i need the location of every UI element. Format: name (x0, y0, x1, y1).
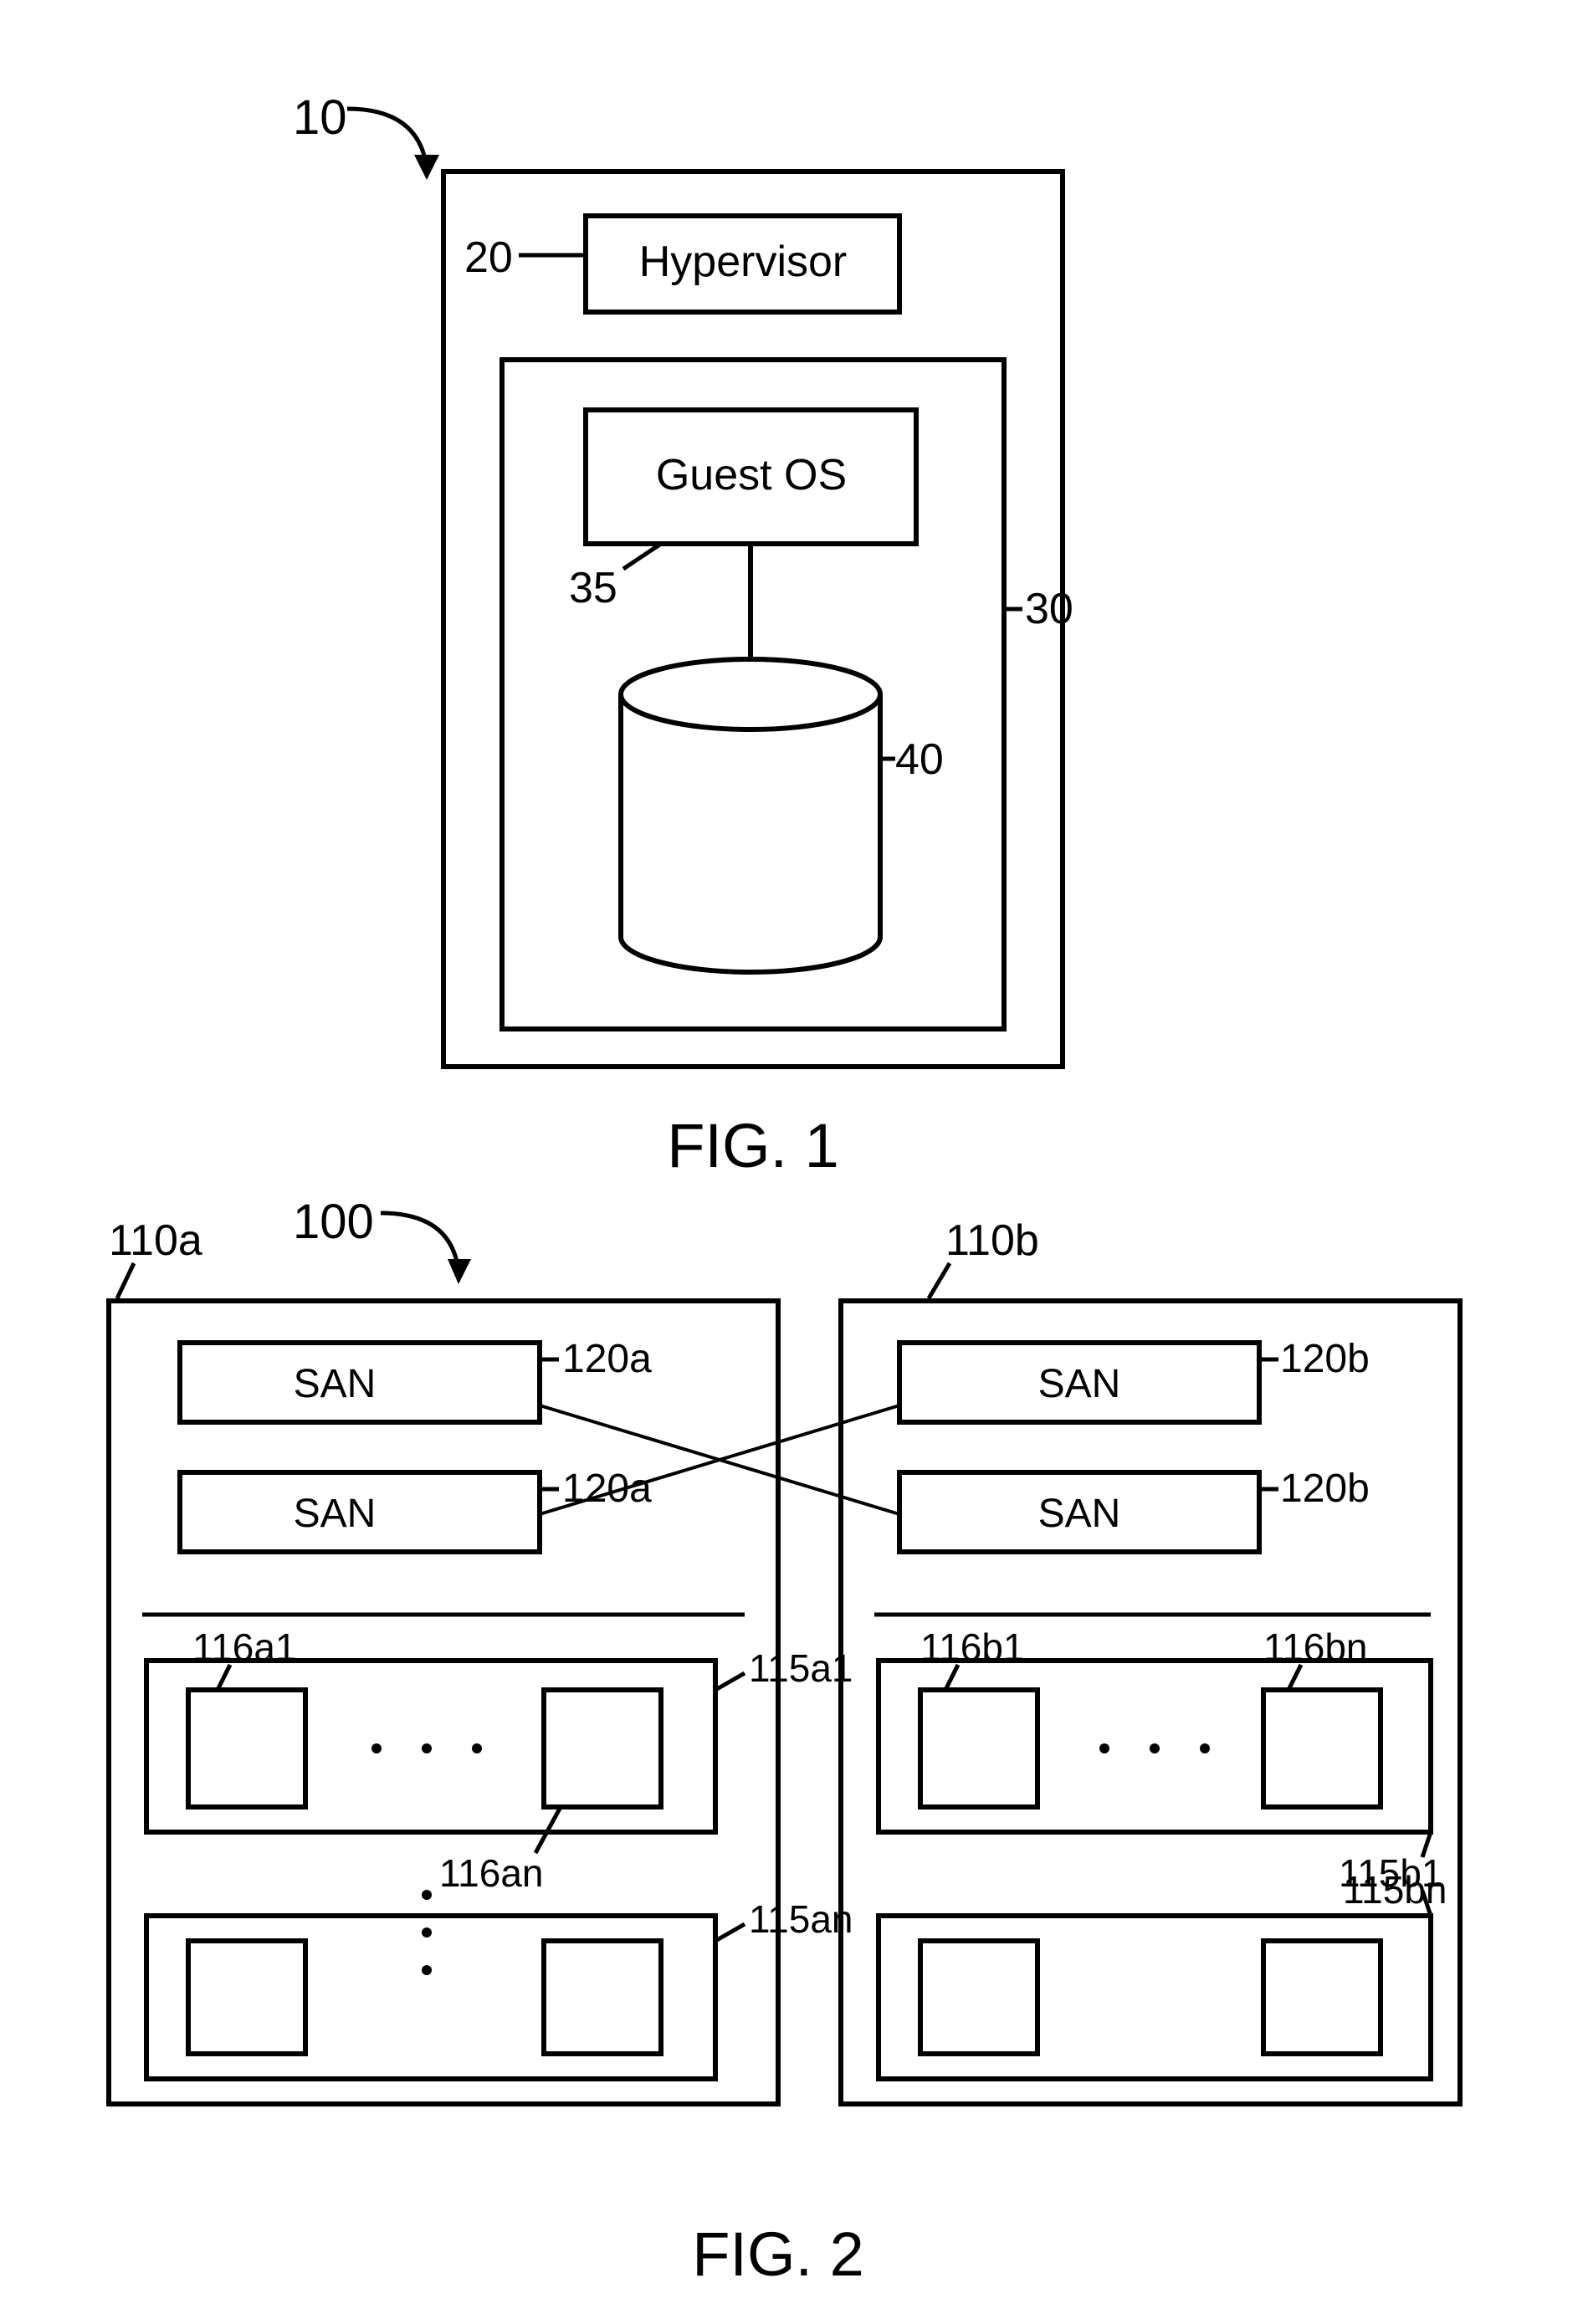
ref30-label: 30 (1025, 585, 1073, 633)
ref115an-label: 115an (749, 1897, 853, 1941)
san-b1-label: SAN (1038, 1362, 1121, 1406)
ref40-label: 40 (895, 735, 944, 784)
slot-an-right (544, 1941, 661, 2054)
san-a2-label: SAN (294, 1492, 377, 1536)
slot-bn-right (1263, 1941, 1381, 2054)
ref116b1-label: 116b1 (920, 1625, 1025, 1669)
fig1-caption: FIG. 1 (667, 1111, 839, 1180)
ref100-arrowhead (448, 1259, 471, 1284)
disk-cylinder (621, 659, 880, 972)
ref110b-leader (929, 1263, 950, 1298)
fig2-group: 100 110a SAN 120a SAN 120a 116a1 116an (109, 1195, 1460, 2289)
ref35-leader (623, 544, 661, 569)
ref120a-1: 120a (562, 1337, 652, 1381)
fig2-caption: FIG. 2 (692, 2219, 864, 2289)
slot-116a1 (188, 1690, 305, 1807)
slot-bn-left (920, 1941, 1037, 2054)
slot-116b1 (920, 1690, 1037, 1807)
ref100-arrow (381, 1213, 459, 1272)
ref110b-label: 110b (945, 1216, 1039, 1265)
ref10-label: 10 (293, 90, 347, 145)
ref110a-label: 110a (109, 1216, 202, 1265)
ref110a-leader (117, 1263, 134, 1298)
slot-116an (544, 1690, 661, 1807)
ref120b-2: 120b (1280, 1467, 1370, 1511)
ref116an-label: 116an (439, 1851, 544, 1895)
slot-116bn (1263, 1690, 1381, 1807)
ref115bn-label: 115bn (1343, 1868, 1447, 1912)
fig1-group: Hypervisor 20 10 30 Guest OS 35 40 (293, 90, 1073, 1180)
san-a1-label: SAN (294, 1362, 377, 1406)
san-b2-label: SAN (1038, 1492, 1121, 1536)
ref35-label: 35 (569, 564, 617, 612)
ref115a1-leader (715, 1673, 745, 1690)
ref100-label: 100 (293, 1195, 374, 1249)
diagram-svg: Hypervisor 20 10 30 Guest OS 35 40 (0, 0, 1583, 2324)
ref115a1-label: 115a1 (749, 1646, 853, 1690)
ref116bn-label: 116bn (1263, 1625, 1368, 1669)
ref10-arrow (347, 109, 427, 167)
ref20-label: 20 (464, 233, 513, 282)
ref116a1-label: 116a1 (192, 1625, 297, 1669)
ref10-arrowhead (414, 155, 439, 180)
ref115an-leader (715, 1924, 745, 1941)
slot-an-left (188, 1941, 305, 2054)
guestos-label: Guest OS (656, 451, 847, 499)
ref120b-1: 120b (1280, 1337, 1370, 1381)
hypervisor-label: Hypervisor (639, 238, 848, 286)
